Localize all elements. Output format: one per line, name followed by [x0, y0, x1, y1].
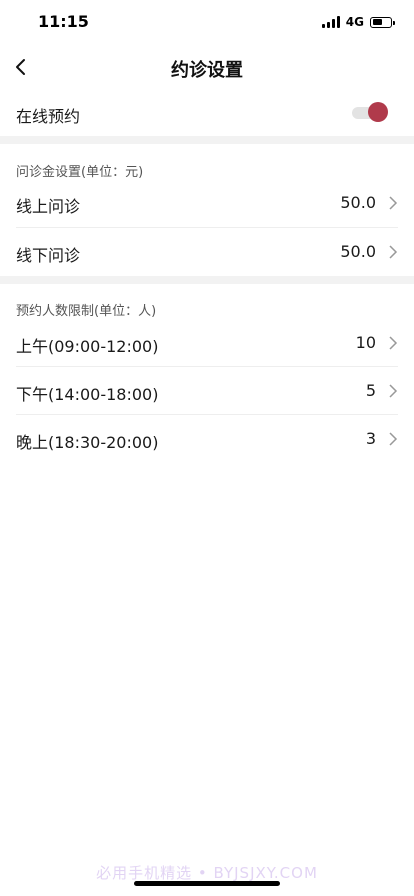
fee-section-header: 问诊金设置(单位：元) [16, 165, 144, 180]
list-item-label: 晚上(18:30-20:00) [16, 433, 159, 452]
network-type: 4G [345, 15, 364, 29]
list-item-offline-consult[interactable]: 线下问诊 50.0 [0, 228, 414, 276]
online-appointment-toggle[interactable] [352, 102, 388, 122]
online-appointment-row: 在线预约 [0, 90, 414, 136]
page-title: 约诊设置 [171, 60, 243, 81]
list-item-morning[interactable]: 上午(09:00-12:00) 10 [0, 319, 414, 367]
list-item-afternoon[interactable]: 下午(14:00-18:00) 5 [0, 367, 414, 415]
list-item-label: 下午(14:00-18:00) [16, 385, 159, 404]
list-item-label: 线上问诊 [16, 197, 81, 216]
battery-icon [370, 16, 395, 28]
section-gap [0, 136, 414, 144]
chevron-right-icon [389, 196, 398, 210]
section-gap [0, 276, 414, 284]
toggle-knob [368, 102, 388, 122]
list-item-value: 3 [365, 429, 376, 448]
status-time: 11:15 [38, 12, 89, 31]
list-item-value: 50.0 [340, 193, 376, 212]
status-indicators: 4G [321, 15, 395, 29]
list-item-label: 线下问诊 [16, 246, 81, 265]
list-item-evening[interactable]: 晚上(18:30-20:00) 3 [0, 415, 414, 463]
chevron-right-icon [389, 384, 398, 398]
signal-icon [321, 16, 340, 28]
limit-section-header: 预约人数限制(单位：人) [16, 304, 157, 319]
chevron-right-icon [389, 245, 398, 259]
list-item-label: 上午(09:00-12:00) [16, 337, 159, 356]
home-indicator [134, 881, 280, 886]
nav-bar: 约诊设置 [0, 44, 414, 90]
status-bar: 11:15 4G [0, 0, 414, 44]
list-item-online-consult[interactable]: 线上问诊 50.0 [0, 179, 414, 227]
chevron-right-icon [389, 432, 398, 446]
list-item-value: 10 [355, 333, 376, 352]
chevron-right-icon [389, 336, 398, 350]
watermark: 必用手机精选 • BYJSJXY.COM [96, 864, 318, 882]
list-item-value: 5 [365, 381, 376, 400]
online-appointment-label: 在线预约 [16, 107, 81, 126]
list-item-value: 50.0 [340, 242, 376, 261]
